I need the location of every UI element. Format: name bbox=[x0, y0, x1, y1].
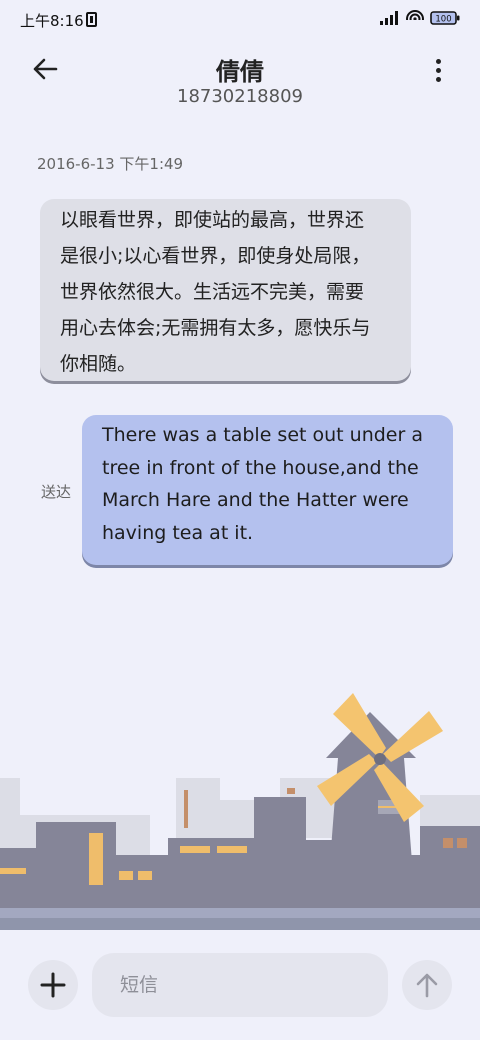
wifi-icon bbox=[406, 10, 424, 26]
town-windmill-illustration bbox=[0, 693, 480, 930]
contact-phone-number: 18730218809 bbox=[177, 86, 303, 107]
arrow-up-icon bbox=[416, 973, 438, 998]
message-timestamp: 2016-6-13 下午1:49 bbox=[37, 155, 184, 173]
more-dot bbox=[435, 67, 441, 73]
message-line: 用心去体会;无需拥有太多，愿快乐与 bbox=[60, 317, 371, 339]
sim-card-icon bbox=[86, 12, 97, 27]
message-line: There was a table set out under a bbox=[102, 424, 423, 446]
plus-icon bbox=[40, 972, 66, 998]
add-attachment-button[interactable] bbox=[28, 960, 78, 1010]
outgoing-message-bubble[interactable]: There was a table set out under a tree i… bbox=[82, 415, 453, 565]
more-dot bbox=[435, 76, 441, 82]
status-time: 上午8:16 bbox=[20, 12, 84, 30]
message-line: 世界依然很大。生活远不完美，需要 bbox=[60, 281, 365, 303]
message-line: 以眼看世界，即使站的最高，世界还 bbox=[60, 209, 365, 231]
more-vertical-icon bbox=[435, 58, 441, 64]
status-bar: 上午8:16 100 bbox=[0, 0, 480, 40]
signal-icon bbox=[380, 11, 398, 25]
status-indicators: 100 bbox=[380, 10, 460, 26]
delivery-status: 送达 bbox=[41, 483, 72, 501]
incoming-message-bubble[interactable]: 以眼看世界，即使站的最高，世界还 是很小;以心看世界，即使身处局限， 世界依然很… bbox=[40, 199, 411, 381]
message-input[interactable] bbox=[92, 953, 388, 1017]
battery-icon: 100 bbox=[430, 11, 460, 25]
message-line: 是很小;以心看世界，即使身处局限， bbox=[60, 245, 371, 267]
battery-level: 100 bbox=[435, 15, 451, 25]
sms-conversation-screen: 上午8:16 100 倩倩 18730218809 2016-6-13 下午1:… bbox=[0, 0, 480, 1040]
message-line: March Hare and the Hatter were bbox=[102, 489, 409, 511]
more-options-button[interactable] bbox=[426, 50, 450, 90]
message-line: having tea at it. bbox=[102, 521, 254, 544]
message-line: tree in front of the house,and the bbox=[102, 456, 419, 479]
message-line: 你相随。 bbox=[60, 353, 137, 375]
contact-name: 倩倩 bbox=[216, 58, 264, 86]
send-button[interactable] bbox=[402, 960, 452, 1010]
